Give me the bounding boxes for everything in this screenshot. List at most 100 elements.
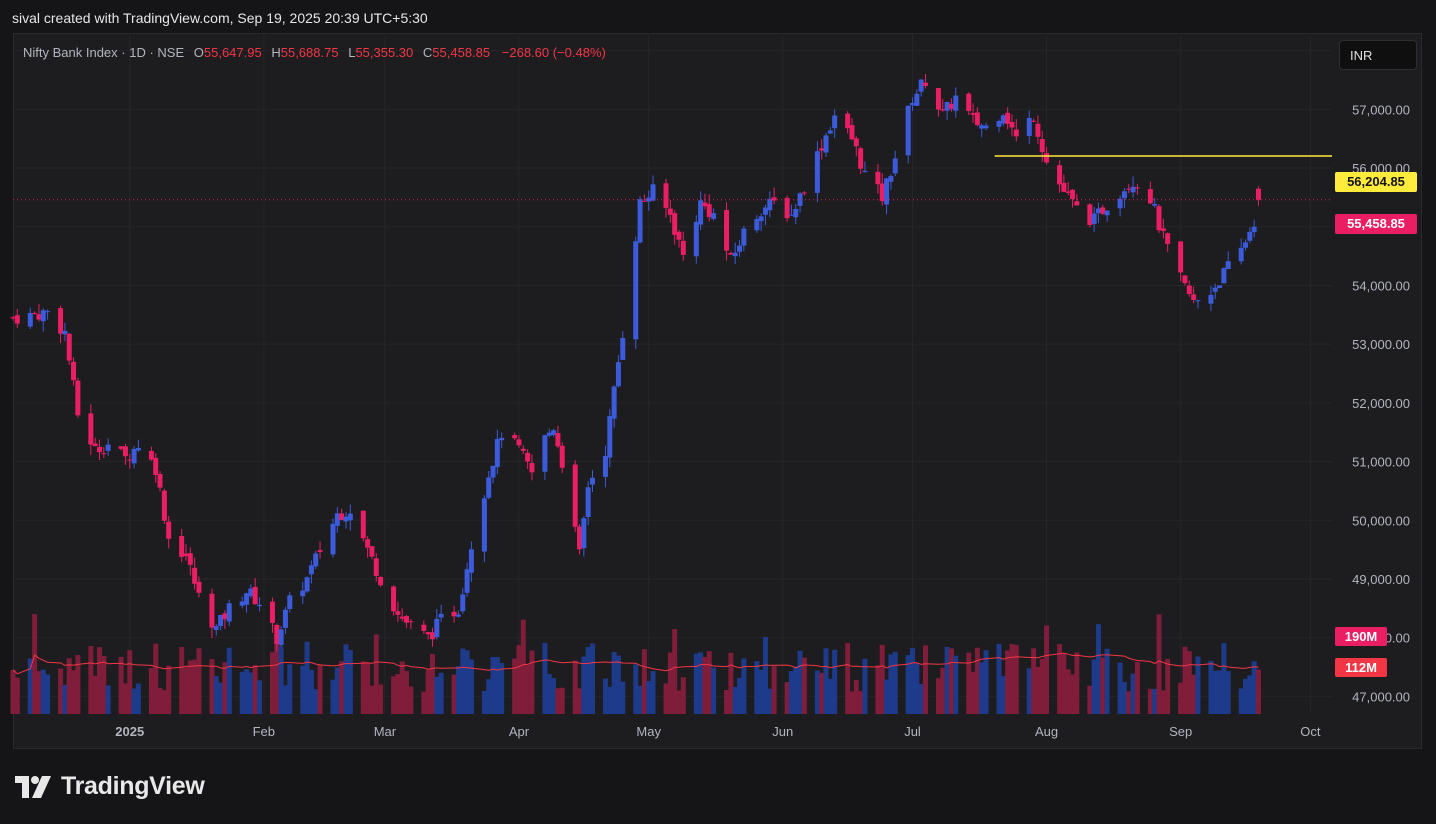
volume-bar — [434, 676, 440, 714]
candle-body — [92, 443, 98, 447]
candle-body — [1191, 294, 1197, 300]
volume-tag: 190M — [1335, 627, 1387, 646]
volume-bar — [711, 667, 717, 714]
brand-logo[interactable]: TradingView — [15, 772, 205, 801]
candle-body — [1130, 186, 1136, 193]
candle-body — [693, 221, 699, 257]
time-tick-label: Oct — [1300, 724, 1321, 739]
candle-body — [823, 135, 829, 153]
volume-bar — [702, 657, 708, 714]
candle-body — [71, 361, 77, 381]
volume-bar — [226, 647, 232, 714]
candle-body — [1070, 189, 1076, 200]
price-tick-label: 52,000.00 — [1352, 396, 1410, 411]
volume-bar — [1221, 643, 1227, 714]
candle-body — [953, 95, 959, 111]
candle-body — [819, 148, 825, 151]
volume-bar — [1156, 614, 1162, 714]
candle-body — [1000, 115, 1006, 124]
last-price-tag: 55,458.85 — [1335, 214, 1417, 234]
candle-body — [153, 457, 159, 475]
candle-body — [157, 473, 163, 488]
volume-bar — [248, 672, 254, 714]
candle-body — [347, 513, 353, 521]
volume-bar — [92, 675, 98, 714]
candle-body — [1238, 247, 1244, 262]
candle-body — [520, 448, 526, 451]
price-tick-label: 47,000.00 — [1352, 689, 1410, 704]
volume-bar — [287, 664, 293, 714]
volume-bar — [1005, 650, 1011, 714]
volume-bar — [858, 691, 864, 714]
volume-bar — [892, 651, 898, 714]
volume-bar — [183, 667, 189, 714]
candle-body — [551, 430, 557, 436]
price-tick-label: 51,000.00 — [1352, 455, 1410, 470]
candle-body — [698, 200, 704, 225]
candle-body — [542, 435, 548, 472]
candle-body — [641, 200, 647, 202]
volume-bar — [1126, 691, 1132, 714]
candle-body — [914, 93, 920, 106]
volume-bar — [663, 683, 669, 714]
candle-body — [922, 82, 928, 86]
volume-bar — [737, 677, 743, 714]
volume-bar — [313, 689, 319, 714]
volume-bar — [481, 690, 487, 714]
candle-body — [572, 464, 578, 527]
volume-bar — [935, 678, 941, 714]
candlestick-chart[interactable]: 58,000.0057,000.0056,000.0055,000.0054,0… — [0, 0, 1436, 824]
volume-bar — [615, 655, 621, 714]
volume-bar — [922, 645, 928, 714]
volume-bar — [1217, 670, 1223, 714]
candle-body — [131, 448, 137, 464]
candle-body — [343, 516, 349, 522]
volume-bar — [611, 651, 617, 714]
volume-bar — [728, 652, 734, 714]
volume-bar — [516, 645, 522, 714]
candle-body — [918, 79, 924, 92]
volume-bar — [1100, 657, 1106, 714]
volume-bar — [252, 665, 258, 714]
candle-body — [287, 595, 293, 609]
candle-body — [884, 178, 890, 205]
candle-body — [1212, 287, 1218, 292]
candle-body — [58, 308, 64, 334]
volume-bar — [1117, 662, 1123, 714]
candle-body — [1195, 300, 1201, 302]
volume-bar — [525, 664, 531, 714]
volume-bar — [581, 656, 587, 714]
volume-bar — [196, 648, 202, 714]
time-axis: 2025 Feb Mar Apr May Jun Jul Aug Sep Oct — [115, 724, 1321, 739]
candle-body — [187, 553, 193, 565]
volume-bar — [1070, 674, 1076, 714]
volume-bar — [1087, 685, 1093, 714]
volume-bar — [360, 661, 366, 714]
candle-body — [853, 138, 859, 147]
volume-bar — [819, 672, 825, 714]
volume-bar — [732, 686, 738, 714]
candle-body — [607, 416, 613, 458]
volume-bar — [14, 677, 20, 714]
change-value: −268.60 (−0.48%) — [501, 45, 606, 60]
volume-bar — [187, 660, 193, 714]
candle-body — [1147, 189, 1153, 204]
time-tick-label: May — [636, 724, 661, 739]
volume-bar — [970, 671, 976, 714]
candle-body — [313, 553, 319, 567]
candle-body — [161, 490, 167, 521]
candle-body — [728, 252, 734, 255]
candle-body — [875, 171, 881, 185]
volume-bar — [849, 691, 855, 714]
volume-bar — [1238, 688, 1244, 714]
candle-body — [1208, 294, 1214, 304]
currency-button[interactable]: INR — [1339, 40, 1417, 70]
volume-bar — [1225, 671, 1231, 714]
volume-bar — [278, 646, 284, 714]
candle-body — [1134, 187, 1140, 189]
volume-bar — [693, 653, 699, 714]
candles — [10, 74, 1261, 652]
candle-body — [862, 170, 868, 173]
volume-bar — [845, 643, 851, 714]
volume-bar — [884, 679, 890, 714]
